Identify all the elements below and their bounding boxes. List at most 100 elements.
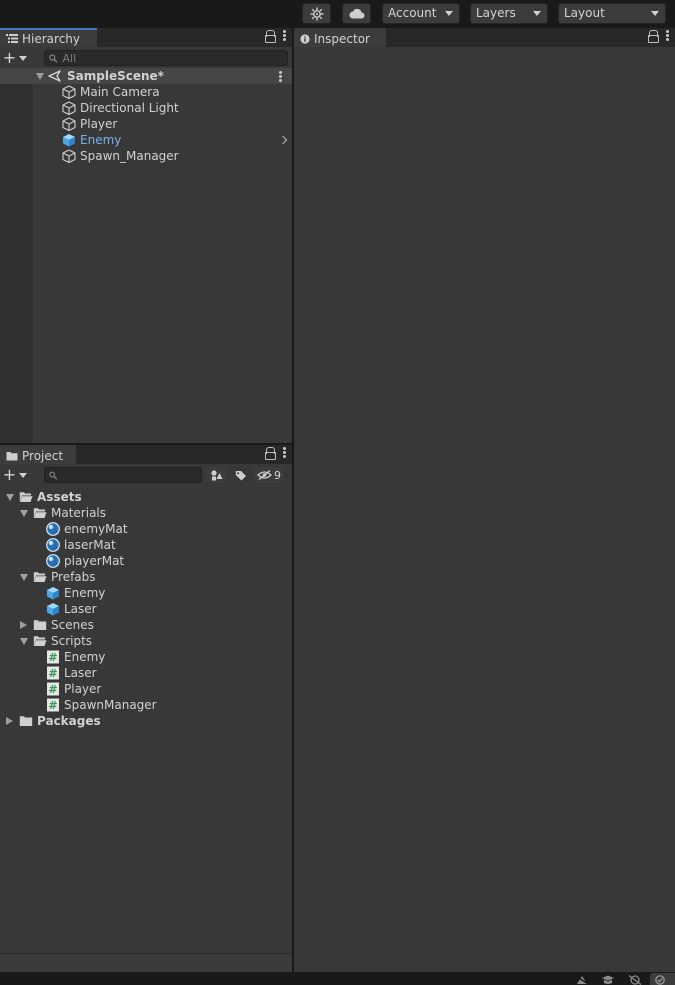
triangle-down-icon[interactable] xyxy=(19,634,28,648)
prefab-icon xyxy=(63,134,75,147)
hierarchy-create-button[interactable]: + xyxy=(0,49,30,67)
hierarchy-list-icon xyxy=(6,34,18,43)
asset-row-script[interactable]: # Enemy xyxy=(46,649,105,665)
services-icon-glyph xyxy=(310,7,323,20)
svg-text:#: # xyxy=(48,683,57,696)
hierarchy-item-selected[interactable]: Enemy xyxy=(62,132,292,148)
cloud-icon-glyph xyxy=(349,8,364,19)
folder-label: Materials xyxy=(51,506,107,520)
folder-row-scripts[interactable]: Scripts xyxy=(19,633,92,649)
scene-kebab-icon[interactable] xyxy=(279,71,282,82)
folder-label: Prefabs xyxy=(51,570,96,584)
asset-row-prefab[interactable]: Laser xyxy=(46,601,97,617)
asset-label: Enemy xyxy=(64,650,106,664)
hierarchy-item-label: Enemy xyxy=(80,133,122,147)
hierarchy-search-field[interactable] xyxy=(44,50,288,66)
kebab-menu-icon[interactable] xyxy=(283,30,286,41)
lock-icon[interactable] xyxy=(265,447,276,460)
account-label: Account xyxy=(388,6,437,20)
hidden-packages-count: 9 xyxy=(274,468,281,482)
folder-row-materials[interactable]: Materials xyxy=(19,505,106,521)
search-by-type-button[interactable] xyxy=(207,467,227,483)
hierarchy-item[interactable]: Spawn_Manager xyxy=(62,148,179,164)
folder-label: Scripts xyxy=(51,634,93,648)
inspector-tab-tools xyxy=(648,30,669,43)
asset-row-material[interactable]: enemyMat xyxy=(46,521,128,537)
project-panel: Project + 9 Assets Materials enemyMat la… xyxy=(0,445,292,972)
layout-dropdown[interactable]: Layout xyxy=(558,3,666,24)
prefab-icon xyxy=(47,587,59,600)
asset-row-material[interactable]: laserMat xyxy=(46,537,116,553)
csharp-script-icon: # xyxy=(47,666,59,680)
account-dropdown[interactable]: Account xyxy=(382,3,460,24)
gameobject-icon xyxy=(62,85,76,99)
plus-icon: + xyxy=(2,465,17,484)
hierarchy-search-input[interactable] xyxy=(62,51,287,65)
chevron-down-icon xyxy=(19,472,28,478)
csharp-script-icon: # xyxy=(47,650,59,664)
chevron-right-icon[interactable] xyxy=(281,135,288,145)
hidden-packages-toggle[interactable]: 9 xyxy=(254,467,284,483)
asset-label: Laser xyxy=(64,602,97,616)
tab-project[interactable]: Project xyxy=(0,445,76,464)
hierarchy-panel: Hierarchy + SampleScene* xyxy=(0,28,292,443)
tab-hierarchy[interactable]: Hierarchy xyxy=(0,28,97,47)
search-by-label-button[interactable] xyxy=(231,467,251,483)
project-tabbar: Project xyxy=(0,445,292,464)
activity-icon xyxy=(655,975,665,985)
hierarchy-item-label: Directional Light xyxy=(80,101,179,115)
project-search-row: + 9 xyxy=(0,464,292,486)
folder-row-scenes[interactable]: Scenes xyxy=(19,617,94,633)
services-icon[interactable] xyxy=(302,3,331,24)
cache-server-icon[interactable] xyxy=(601,975,615,985)
csharp-script-icon: # xyxy=(47,682,59,696)
triangle-down-icon[interactable] xyxy=(19,506,28,520)
progress-indicator[interactable] xyxy=(650,973,675,985)
inspector-tabbar: Inspector xyxy=(294,28,675,47)
asset-row-prefab[interactable]: Enemy xyxy=(46,585,105,601)
folder-icon xyxy=(33,620,47,630)
project-tab-tools xyxy=(265,447,286,460)
hierarchy-item[interactable]: Player xyxy=(62,116,117,132)
search-icon xyxy=(49,54,58,63)
triangle-right-icon[interactable] xyxy=(19,618,28,632)
asset-row-script[interactable]: # Player xyxy=(46,681,101,697)
project-search-input[interactable] xyxy=(62,468,201,482)
svg-text:#: # xyxy=(48,651,57,664)
main-toolbar: Account Layers Layout xyxy=(0,0,675,28)
project-create-button[interactable]: + xyxy=(0,466,30,484)
folder-row-prefabs[interactable]: Prefabs xyxy=(19,569,96,585)
hierarchy-tab-label: Hierarchy xyxy=(22,31,81,46)
hierarchy-item-label: Main Camera xyxy=(80,85,160,99)
asset-row-script[interactable]: # SpawnManager xyxy=(46,697,157,713)
kebab-menu-icon[interactable] xyxy=(283,447,286,458)
info-icon xyxy=(300,33,310,44)
debug-mode-icon[interactable] xyxy=(575,975,589,985)
folder-label: Scenes xyxy=(51,618,94,632)
kebab-menu-icon[interactable] xyxy=(666,30,669,41)
gameobject-icon xyxy=(62,101,76,115)
open-folder-icon xyxy=(33,636,47,646)
triangle-right-icon[interactable] xyxy=(5,714,14,728)
project-search-field[interactable] xyxy=(44,467,202,483)
lock-icon[interactable] xyxy=(265,30,276,43)
auto-generate-lighting-icon[interactable] xyxy=(628,975,642,985)
hierarchy-item[interactable]: Main Camera xyxy=(62,84,160,100)
triangle-down-icon[interactable] xyxy=(5,490,14,504)
search-icon xyxy=(49,471,58,480)
scene-row[interactable]: SampleScene* xyxy=(0,68,292,84)
chevron-down-icon xyxy=(19,55,28,61)
hierarchy-item[interactable]: Directional Light xyxy=(62,100,179,116)
tab-inspector[interactable]: Inspector xyxy=(294,28,386,47)
layers-dropdown[interactable]: Layers xyxy=(470,3,548,24)
triangle-down-icon[interactable] xyxy=(19,570,28,584)
lock-icon[interactable] xyxy=(648,30,659,43)
asset-row-script[interactable]: # Laser xyxy=(46,665,97,681)
asset-row-material[interactable]: playerMat xyxy=(46,553,124,569)
triangle-down-icon xyxy=(35,69,44,83)
folder-row-assets[interactable]: Assets xyxy=(5,489,82,505)
cloud-icon[interactable] xyxy=(342,3,371,24)
asset-label: laserMat xyxy=(64,538,116,552)
folder-row-packages[interactable]: Packages xyxy=(5,713,101,729)
scene-name: SampleScene* xyxy=(67,69,164,83)
